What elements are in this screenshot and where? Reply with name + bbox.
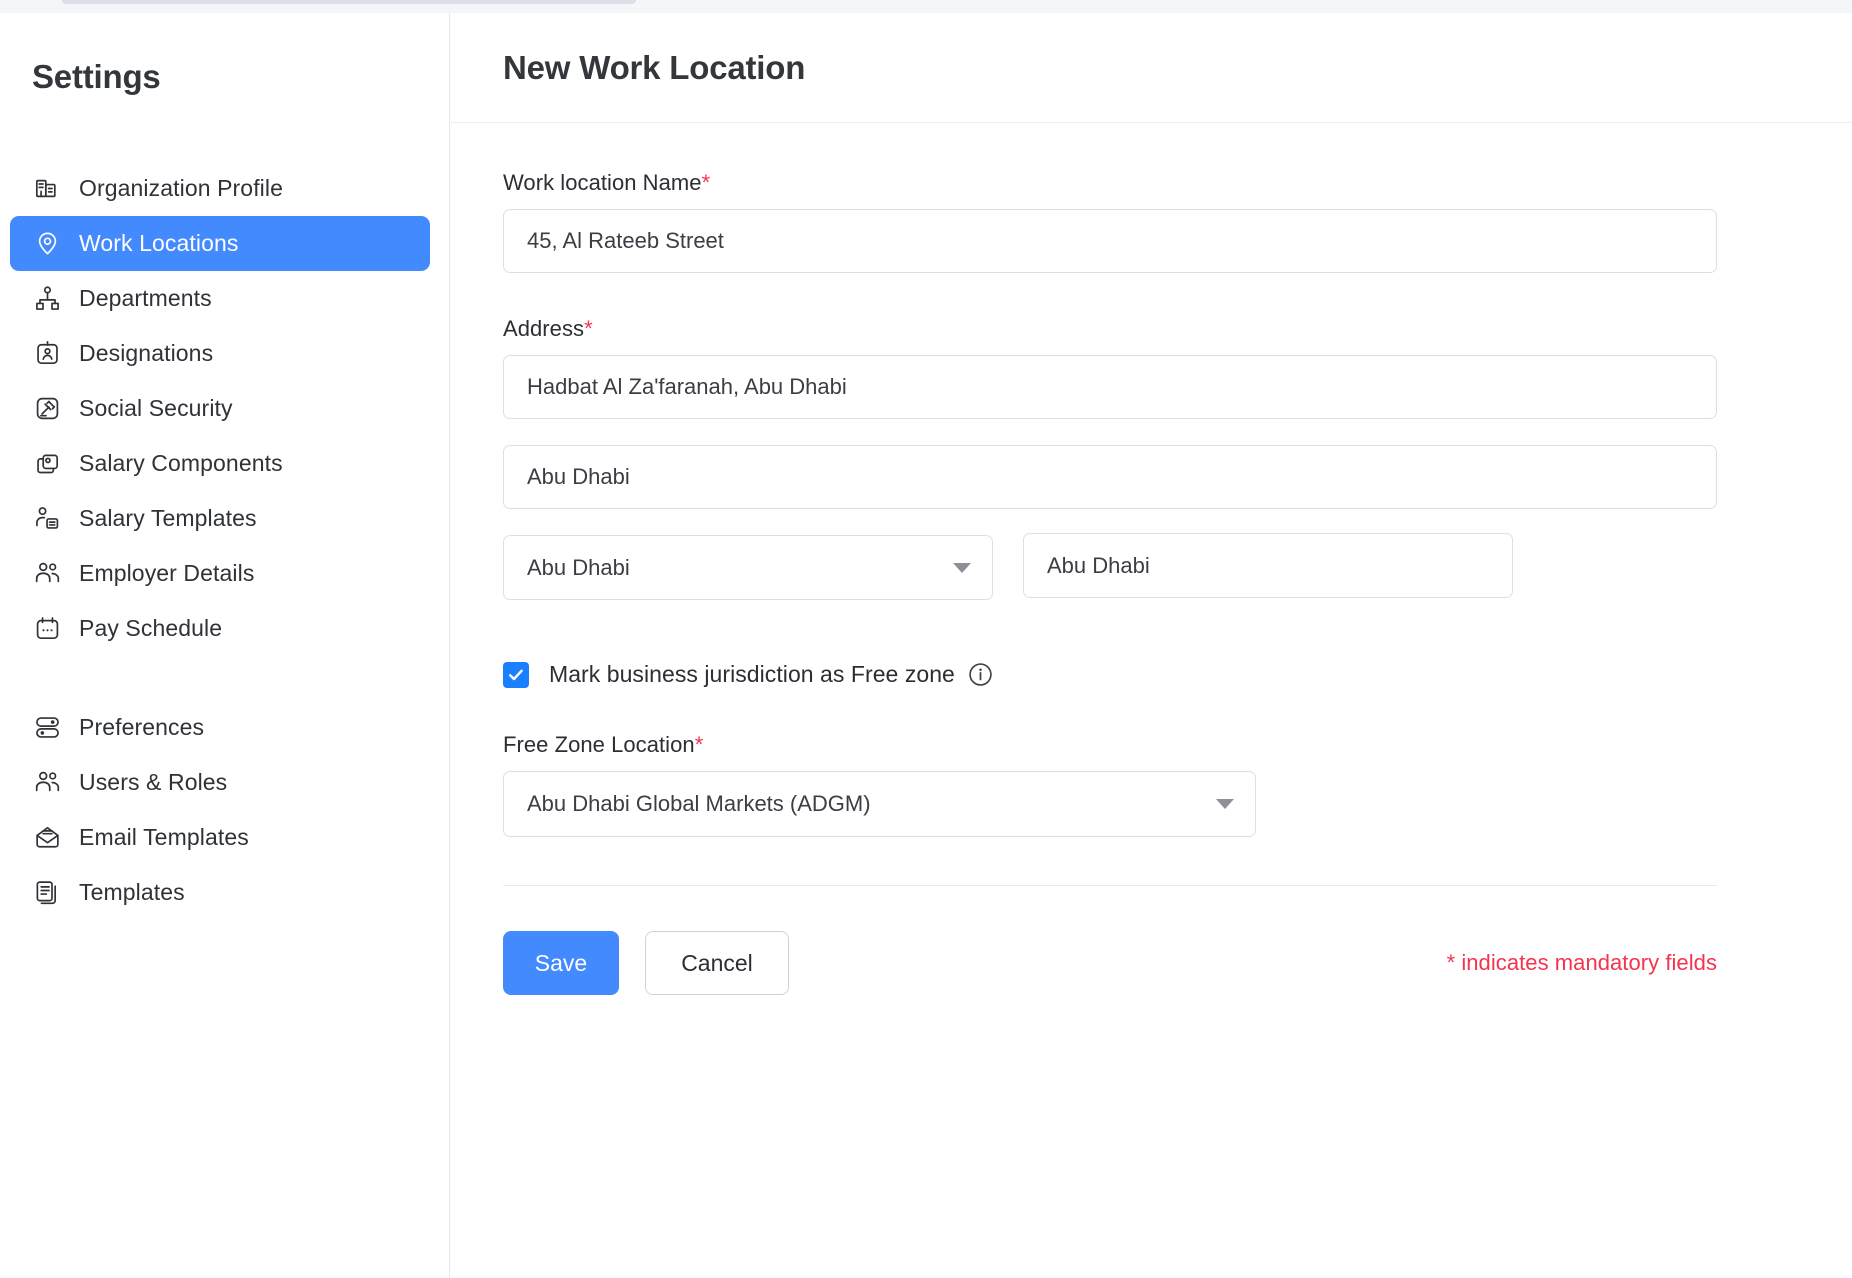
work-location-name-label-text: Work location Name bbox=[503, 170, 702, 195]
check-icon bbox=[507, 666, 525, 684]
state-select[interactable]: Abu Dhabi bbox=[503, 535, 993, 600]
info-icon[interactable] bbox=[968, 662, 993, 687]
free-zone-location-label: Free Zone Location* bbox=[503, 732, 1800, 758]
sidebar-item-preferences[interactable]: Preferences bbox=[10, 700, 430, 755]
sidebar-item-users-roles[interactable]: Users & Roles bbox=[10, 755, 430, 810]
chevron-down-icon bbox=[1216, 799, 1234, 809]
sidebar-item-work-locations[interactable]: Work Locations bbox=[10, 216, 430, 271]
sidebar-item-label: Employer Details bbox=[79, 562, 254, 585]
sidebar-item-label: Work Locations bbox=[79, 232, 239, 255]
map-pin-icon bbox=[32, 229, 62, 259]
gavel-icon bbox=[32, 394, 62, 424]
required-asterisk: * bbox=[695, 732, 704, 757]
sidebar-item-label: Salary Templates bbox=[79, 507, 257, 530]
sidebar-item-label: Salary Components bbox=[79, 452, 283, 475]
sidebar-item-pay-schedule[interactable]: Pay Schedule bbox=[10, 601, 430, 656]
settings-sidebar: Settings Organization Profile Work Locati… bbox=[0, 13, 450, 1278]
sidebar-item-employer-details[interactable]: Employer Details bbox=[10, 546, 430, 601]
people-icon bbox=[32, 559, 62, 589]
address-label: Address* bbox=[503, 316, 1800, 342]
sidebar-item-label: Designations bbox=[79, 342, 213, 365]
address-label-text: Address bbox=[503, 316, 584, 341]
page-title: Settings bbox=[32, 58, 161, 96]
address-line-1-input[interactable] bbox=[503, 355, 1717, 419]
city-input[interactable] bbox=[1023, 533, 1513, 598]
free-zone-location-label-text: Free Zone Location bbox=[503, 732, 695, 757]
envelope-icon bbox=[32, 823, 62, 853]
top-strip-tab-remnant bbox=[62, 0, 636, 4]
state-select-value: Abu Dhabi bbox=[527, 555, 630, 581]
sidebar-item-label: Organization Profile bbox=[79, 177, 283, 200]
building-icon bbox=[32, 174, 62, 204]
calendar-icon bbox=[32, 614, 62, 644]
org-chart-icon bbox=[32, 284, 62, 314]
free-zone-location-select-wrapper: Abu Dhabi Global Markets (ADGM) bbox=[503, 771, 1256, 837]
required-asterisk: * bbox=[584, 316, 593, 341]
sidebar-item-salary-components[interactable]: Salary Components bbox=[10, 436, 430, 491]
cancel-button[interactable]: Cancel bbox=[645, 931, 789, 995]
sidebar-item-departments[interactable]: Departments bbox=[10, 271, 430, 326]
sidebar-item-organization-profile[interactable]: Organization Profile bbox=[10, 161, 430, 216]
free-zone-location-value: Abu Dhabi Global Markets (ADGM) bbox=[527, 791, 871, 817]
sidebar-item-label: Pay Schedule bbox=[79, 617, 222, 640]
main-content: New Work Location Work location Name* Ad… bbox=[451, 13, 1852, 1278]
work-location-name-input[interactable] bbox=[503, 209, 1717, 273]
sidebar-item-label: Preferences bbox=[79, 716, 204, 739]
field-group-work-location-name: Work location Name* bbox=[503, 123, 1800, 273]
settings-page: Settings Organization Profile Work Locati… bbox=[0, 0, 1852, 1278]
address-state-city-row: Abu Dhabi bbox=[503, 535, 1800, 600]
free-zone-location-select[interactable]: Abu Dhabi Global Markets (ADGM) bbox=[503, 771, 1256, 837]
sidebar-item-label: Email Templates bbox=[79, 826, 249, 849]
sidebar-nav: Organization Profile Work Locations Depart… bbox=[0, 161, 450, 920]
sidebar-item-label: Templates bbox=[79, 881, 185, 904]
top-chrome-strip bbox=[0, 0, 1852, 13]
id-badge-icon bbox=[32, 339, 62, 369]
sidebar-item-label: Social Security bbox=[79, 397, 233, 420]
work-location-name-label: Work location Name* bbox=[503, 170, 1800, 196]
chevron-down-icon bbox=[953, 563, 971, 573]
person-document-icon bbox=[32, 504, 62, 534]
work-location-form: Work location Name* Address* Abu Dhabi bbox=[451, 123, 1852, 995]
free-zone-checkbox-label: Mark business jurisdiction as Free zone bbox=[549, 661, 955, 688]
toggles-icon bbox=[32, 713, 62, 743]
sidebar-item-label: Users & Roles bbox=[79, 771, 227, 794]
main-header: New Work Location bbox=[451, 13, 1852, 123]
form-footer: Save Cancel * indicates mandatory fields bbox=[503, 931, 1717, 995]
required-asterisk: * bbox=[702, 170, 711, 195]
save-button[interactable]: Save bbox=[503, 931, 619, 995]
free-zone-checkbox[interactable] bbox=[503, 662, 529, 688]
documents-icon bbox=[32, 878, 62, 908]
cards-stack-icon bbox=[32, 449, 62, 479]
form-divider bbox=[503, 885, 1717, 886]
mandatory-fields-note: * indicates mandatory fields bbox=[1447, 950, 1717, 976]
free-zone-checkbox-row: Mark business jurisdiction as Free zone bbox=[503, 661, 1800, 688]
sidebar-item-designations[interactable]: Designations bbox=[10, 326, 430, 381]
state-select-wrapper: Abu Dhabi bbox=[503, 535, 993, 600]
form-title: New Work Location bbox=[503, 49, 805, 87]
sidebar-item-label: Departments bbox=[79, 287, 212, 310]
field-group-free-zone-location: Free Zone Location* Abu Dhabi Global Mar… bbox=[503, 732, 1800, 837]
sidebar-item-templates[interactable]: Templates bbox=[10, 865, 430, 920]
address-line-2-input[interactable] bbox=[503, 445, 1717, 509]
sidebar-item-salary-templates[interactable]: Salary Templates bbox=[10, 491, 430, 546]
field-group-address: Address* Abu Dhabi bbox=[503, 273, 1800, 600]
sidebar-item-email-templates[interactable]: Email Templates bbox=[10, 810, 430, 865]
people-icon bbox=[32, 768, 62, 798]
sidebar-item-social-security[interactable]: Social Security bbox=[10, 381, 430, 436]
